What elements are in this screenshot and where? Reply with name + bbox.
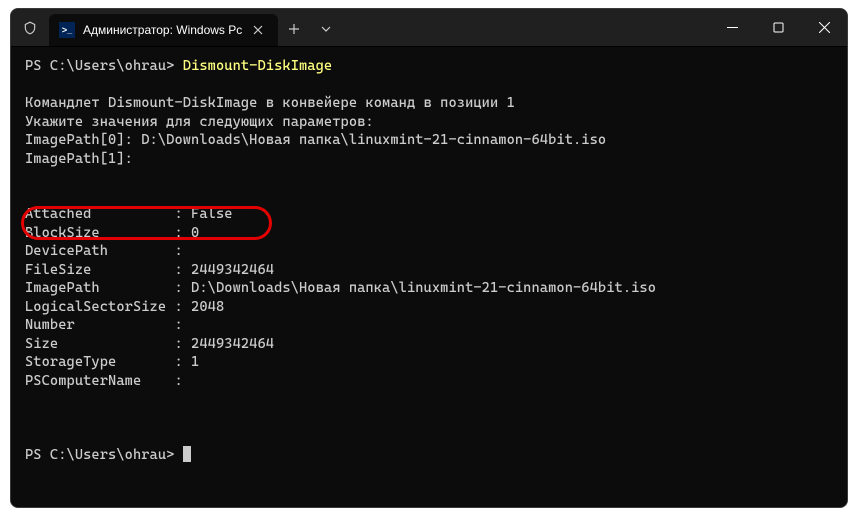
output-storagetype: StorageType : 1 (25, 353, 833, 372)
close-window-button[interactable] (801, 9, 847, 47)
output-devicepath: DevicePath : (25, 242, 833, 261)
minimize-button[interactable] (709, 9, 755, 47)
titlebar: >_ Администратор: Windows Pc (11, 9, 847, 47)
output-blocksize: BlockSize : 0 (25, 224, 833, 243)
tab-dropdown-button[interactable] (310, 13, 342, 45)
shield-icon (11, 21, 49, 35)
terminal-window: >_ Администратор: Windows Pc PS C:\Users… (10, 8, 848, 508)
output-pscomputername: PSComputerName : (25, 372, 833, 391)
powershell-icon: >_ (59, 22, 75, 38)
prompt-path: PS C:\Users\ohrau> (25, 58, 183, 74)
prompt-path: PS C:\Users\ohrau> (25, 447, 183, 463)
command-text: Dismount-DiskImage (183, 58, 332, 74)
output-imagepath: ImagePath : D:\Downloads\Новая папка\lin… (25, 279, 833, 298)
output-line: ImagePath[1]: (25, 150, 833, 169)
output-line: Командлет Dismount-DiskImage в конвейере… (25, 94, 833, 113)
cursor (183, 446, 191, 462)
output-size: Size : 2449342464 (25, 335, 833, 354)
output-filesize: FileSize : 2449342464 (25, 261, 833, 280)
output-line: ImagePath[0]: D:\Downloads\Новая папка\l… (25, 131, 833, 150)
output-logicalsectorsize: LogicalSectorSize : 2048 (25, 298, 833, 317)
output-number: Number : (25, 316, 833, 335)
tab-title: Администратор: Windows Pc (83, 23, 242, 37)
maximize-button[interactable] (755, 9, 801, 47)
output-line: Укажите значения для следующих параметро… (25, 113, 833, 132)
new-tab-button[interactable] (278, 13, 310, 45)
terminal-content[interactable]: PS C:\Users\ohrau> Dismount-DiskImage Ко… (11, 47, 847, 507)
close-tab-button[interactable] (250, 22, 266, 38)
output-attached: Attached : False (25, 205, 833, 224)
tab-powershell[interactable]: >_ Администратор: Windows Pc (49, 14, 278, 46)
